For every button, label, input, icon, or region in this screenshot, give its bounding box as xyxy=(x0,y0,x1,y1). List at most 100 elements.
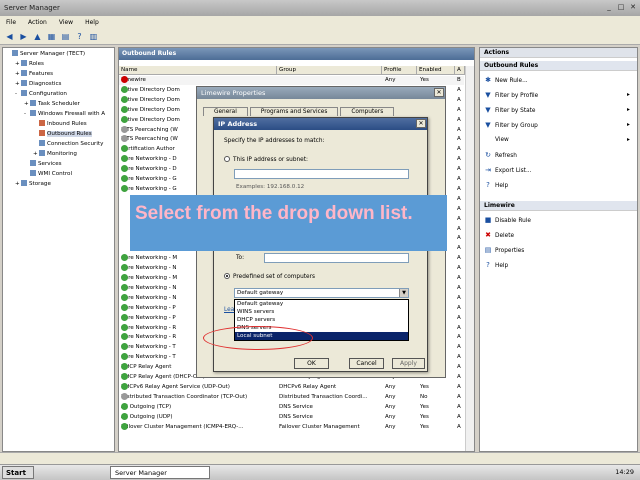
tree-item[interactable]: + Roles xyxy=(15,60,44,69)
minimize-button[interactable]: _ xyxy=(604,2,614,12)
rule-name: Distributed Transaction Coordinator (TCP… xyxy=(121,393,248,400)
rule-name: Core Networking - N xyxy=(121,284,177,291)
dropdown-option[interactable]: WINS servers xyxy=(235,308,408,316)
apply-button[interactable]: Apply xyxy=(392,358,425,369)
help-icon[interactable]: ? xyxy=(74,31,85,42)
back-icon[interactable]: ◀ xyxy=(4,31,15,42)
action-label: Help xyxy=(495,263,509,269)
ok-button[interactable]: OK xyxy=(294,358,329,369)
cell-enabled: No xyxy=(420,393,428,400)
table-row[interactable]: Distributed Transaction Coordinator (TCP… xyxy=(119,392,464,402)
predefined-computers-dropdown[interactable]: Default gateway ▼ xyxy=(234,288,409,298)
close-icon[interactable]: ✕ xyxy=(416,119,426,128)
action-item[interactable]: ✖ Delete xyxy=(484,230,514,240)
tree-item-label: Configuration xyxy=(29,91,67,97)
show-pane-icon[interactable]: ▥ xyxy=(88,31,99,42)
close-button[interactable]: ✕ xyxy=(628,2,638,12)
action-item[interactable]: ■ Disable Rule xyxy=(484,215,531,225)
allow-icon xyxy=(121,184,128,192)
tree-item[interactable]: Server Manager (TECT) xyxy=(6,50,85,59)
node-icon xyxy=(39,130,45,136)
cell-action: A xyxy=(457,294,461,301)
table-row[interactable]: All Outgoing (TCP) DNS Service Any Yes A xyxy=(119,402,464,412)
to-field[interactable] xyxy=(264,253,409,263)
maximize-button[interactable]: □ xyxy=(616,2,626,12)
menu-action[interactable]: Action xyxy=(22,19,53,26)
close-icon[interactable]: ✕ xyxy=(434,88,444,97)
pane-title: Outbound Rules xyxy=(119,48,474,60)
tree-item[interactable]: + Storage xyxy=(15,180,51,189)
menu-file[interactable]: File xyxy=(0,19,22,26)
menu-help[interactable]: Help xyxy=(79,19,105,26)
rule-name: All Outgoing (TCP) xyxy=(121,403,172,410)
table-row[interactable]: All Outgoing (UDP) DNS Service Any Yes A xyxy=(119,412,464,422)
tree-item[interactable]: Inbound Rules xyxy=(33,120,87,129)
taskbar-server-manager[interactable]: Server Manager xyxy=(110,466,210,479)
action-item[interactable]: ? Help xyxy=(484,180,508,190)
tree-item[interactable]: Outbound Rules xyxy=(33,130,92,139)
tree-item[interactable]: Services xyxy=(24,160,62,169)
start-label: Start xyxy=(6,469,26,477)
ip-address-field[interactable] xyxy=(234,169,409,179)
properties-icon[interactable]: ▤ xyxy=(60,31,71,42)
column-header-name[interactable]: Name xyxy=(119,66,277,75)
tab-programs-and-services[interactable]: Programs and Services xyxy=(249,107,339,116)
tree-item[interactable]: + Diagnostics xyxy=(15,80,61,89)
action-item[interactable]: ↻ Refresh xyxy=(484,150,517,160)
cell-action: B xyxy=(457,77,461,83)
tree-item[interactable]: - Configuration xyxy=(15,90,67,99)
actions-section-limewire[interactable]: Limewire xyxy=(480,201,637,211)
show-tree-icon[interactable]: ▦ xyxy=(46,31,57,42)
table-row[interactable]: Limewire Any Yes B xyxy=(119,76,464,86)
rule-name: Active Directory Dom xyxy=(121,106,180,113)
cancel-button[interactable]: Cancel xyxy=(349,358,384,369)
dropdown-option[interactable]: DHCP servers xyxy=(235,316,408,324)
column-header-action[interactable]: A xyxy=(455,66,465,75)
tree-item[interactable]: WMI Control xyxy=(24,170,72,179)
actions-section-outbound-rules[interactable]: Outbound Rules xyxy=(480,61,637,71)
action-item[interactable]: ▤ Properties xyxy=(484,245,525,255)
node-icon xyxy=(30,170,36,176)
cell-enabled: Yes xyxy=(420,423,429,430)
action-item[interactable]: View ▸ xyxy=(484,135,630,145)
forward-icon[interactable]: ▶ xyxy=(18,31,29,42)
node-icon xyxy=(21,180,27,186)
dropdown-option[interactable]: Default gateway xyxy=(235,300,408,308)
action-item[interactable]: ⇥ Export List... xyxy=(484,165,531,175)
start-button[interactable]: Start xyxy=(2,466,34,479)
tree-item[interactable]: + Task Scheduler xyxy=(24,100,80,109)
action-item[interactable]: ▼ Filter by Profile ▸ xyxy=(484,90,630,100)
window-title: Server Manager xyxy=(4,4,60,12)
menu-view[interactable]: View xyxy=(53,19,79,26)
tree-item[interactable]: + Monitoring xyxy=(33,150,77,159)
vertical-scrollbar[interactable] xyxy=(465,66,474,451)
action-label: Help xyxy=(495,183,509,189)
learn-more-link[interactable]: Lea xyxy=(224,307,234,313)
action-label: New Rule... xyxy=(495,78,528,84)
action-item[interactable]: ▼ Filter by Group ▸ xyxy=(484,120,630,130)
radio-ip-subnet[interactable]: This IP address or subnet: xyxy=(224,156,308,163)
radio-predefined[interactable]: Predefined set of computers xyxy=(224,273,315,280)
rule-name: DHCPv6 Relay Agent Service (UDP-Out) xyxy=(121,383,230,390)
tree-item[interactable]: - Windows Firewall with A xyxy=(24,110,105,119)
chevron-down-icon[interactable]: ▼ xyxy=(399,289,408,297)
cell-profile: Any xyxy=(385,393,396,400)
cell-enabled: Yes xyxy=(420,383,429,390)
tree-item[interactable]: Connection Security xyxy=(33,140,103,149)
column-header-profile[interactable]: Profile xyxy=(382,66,417,75)
column-header-enabled[interactable]: Enabled xyxy=(417,66,455,75)
cell-action: A xyxy=(457,304,461,311)
column-header-group[interactable]: Group xyxy=(277,66,382,75)
table-row[interactable]: Failover Cluster Management (ICMP4-ERQ-.… xyxy=(119,422,464,432)
up-icon[interactable]: ▲ xyxy=(32,31,43,42)
action-item[interactable]: ▼ Filter by State ▸ xyxy=(484,105,630,115)
action-item[interactable]: ✱ New Rule... xyxy=(484,75,528,85)
rule-name: Core Networking - M xyxy=(121,255,178,262)
tree-item[interactable]: + Features xyxy=(15,70,53,79)
node-icon xyxy=(21,60,27,66)
tab-general[interactable]: General xyxy=(203,107,248,116)
table-row[interactable]: DHCPv6 Relay Agent Service (UDP-Out) DHCP… xyxy=(119,382,464,392)
action-item[interactable]: ? Help xyxy=(484,260,508,270)
tab-computers[interactable]: Computers xyxy=(340,107,395,116)
toolbar: ◀ ▶ ▲ ▦ ▤ ? ▥ xyxy=(0,29,640,45)
